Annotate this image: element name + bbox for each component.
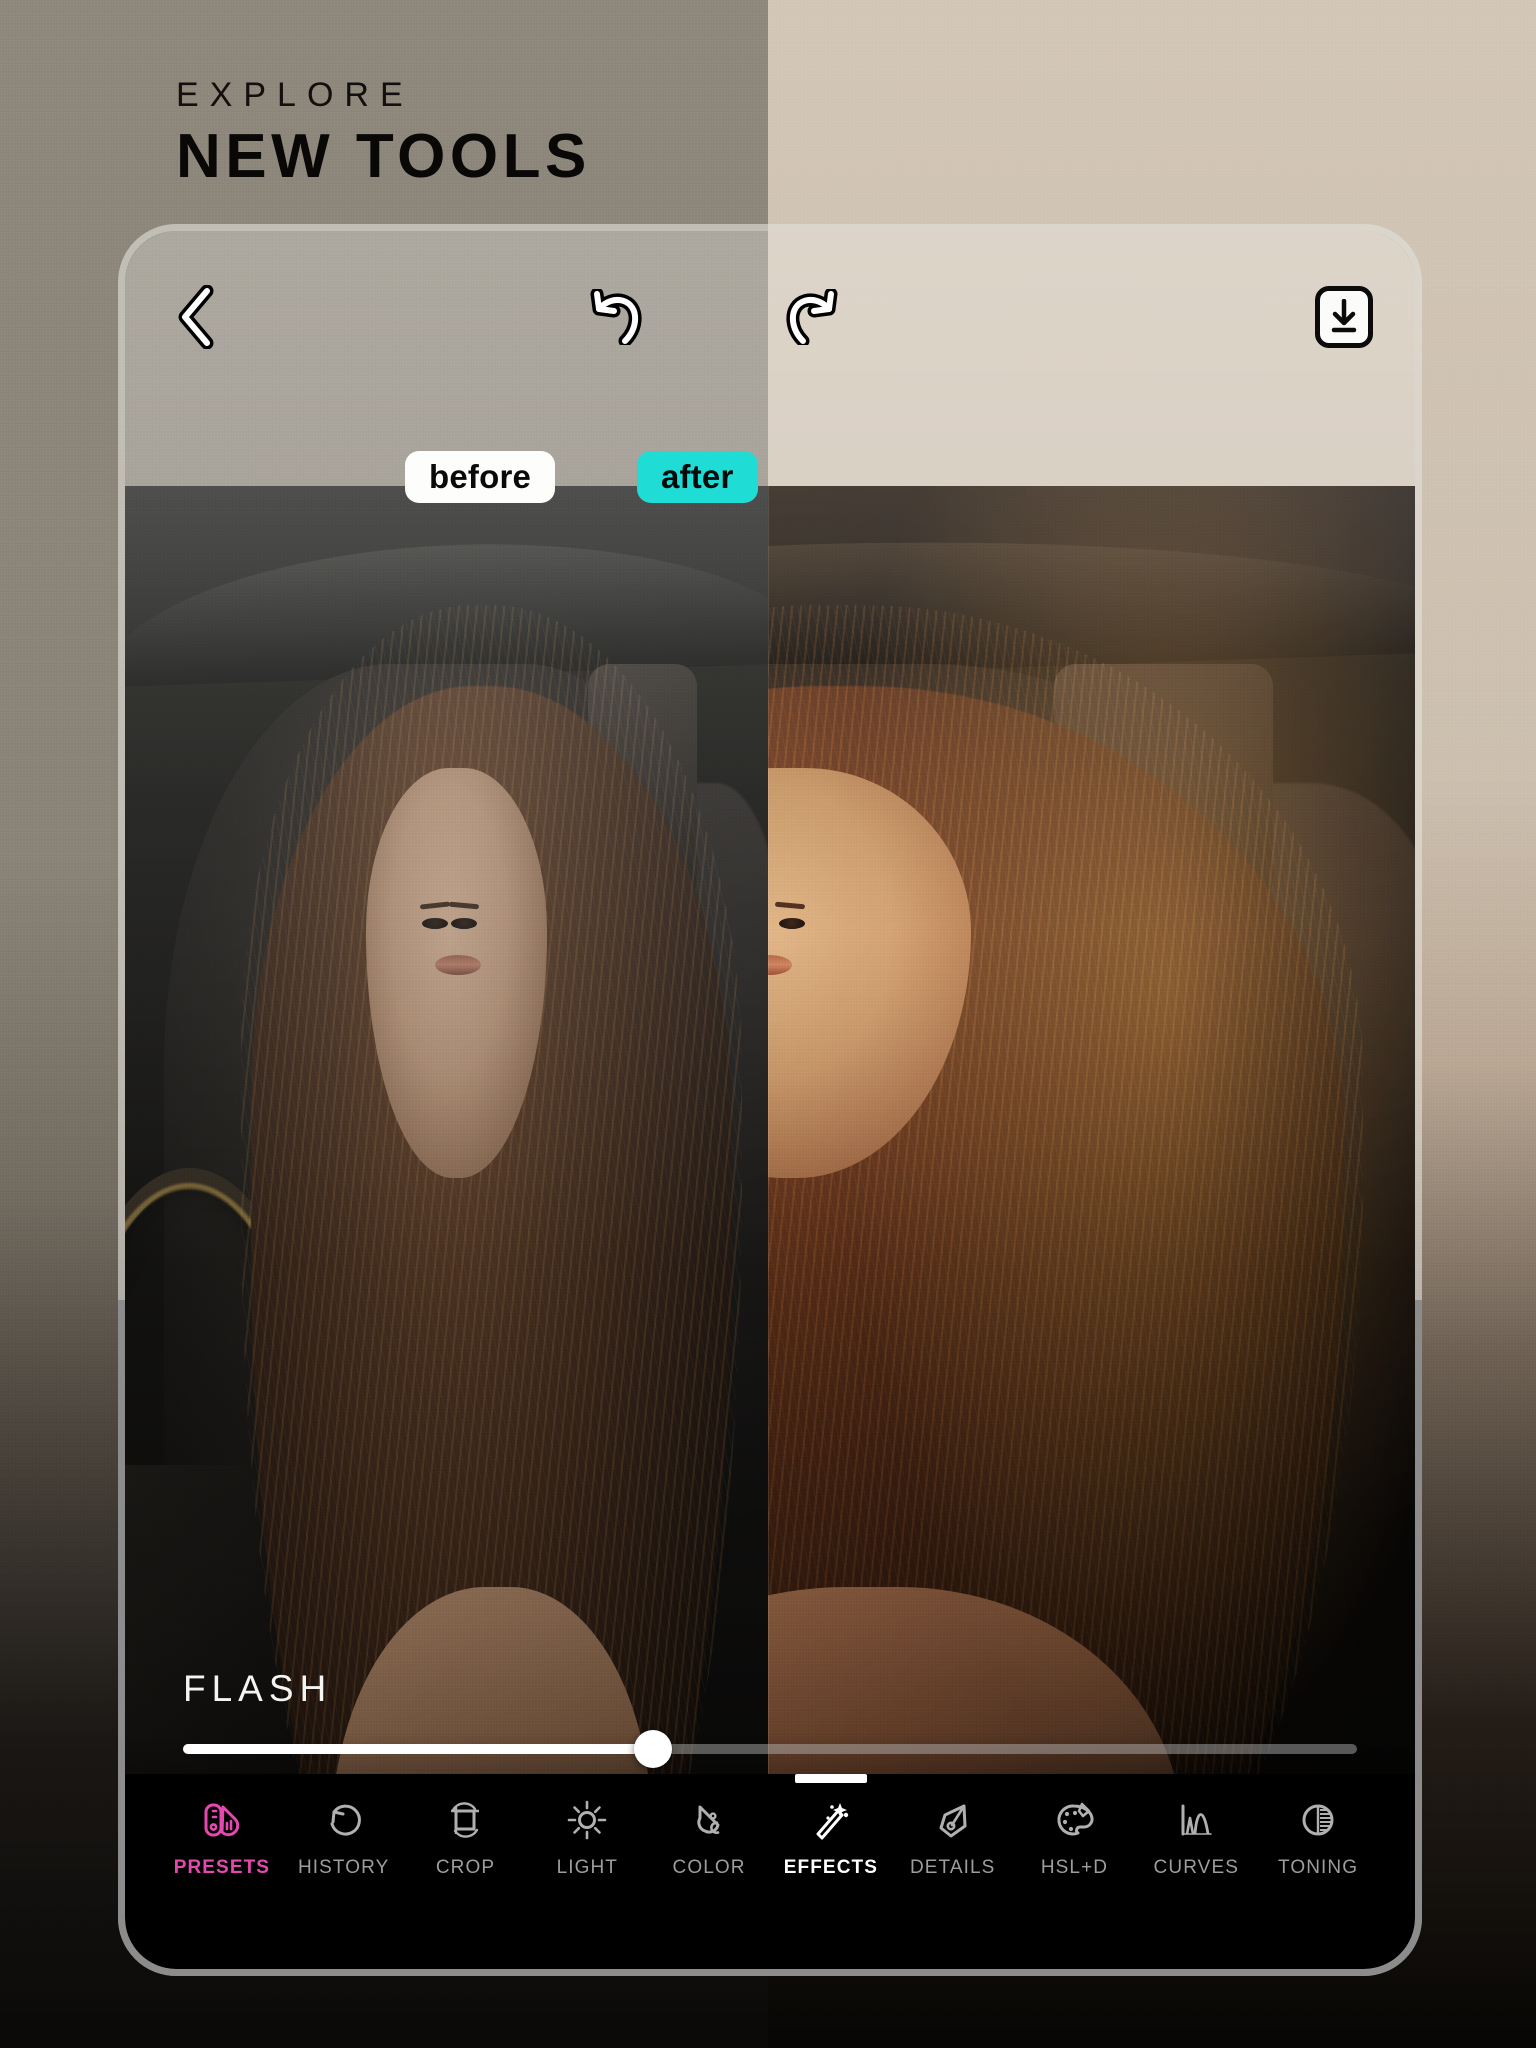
- color-drop-icon: [685, 1796, 733, 1844]
- curves-icon: [1172, 1796, 1220, 1844]
- tab-label-crop: CROP: [435, 1857, 496, 1878]
- editor-top-toolbar: [125, 269, 1415, 365]
- back-button[interactable]: [157, 278, 235, 356]
- sun-icon: [563, 1796, 611, 1844]
- promo-kicker: EXPLORE: [176, 76, 414, 114]
- tab-label-history: HISTORY: [297, 1857, 390, 1878]
- tab-crop[interactable]: CROP: [405, 1796, 527, 1879]
- adjustment-name: FLASH: [183, 1668, 333, 1709]
- slider-fill: [183, 1744, 653, 1754]
- tab-label-light: LIGHT: [556, 1857, 619, 1878]
- promo-screenshot: EXPLORE NEW TOOLS before after FLASH PRE…: [0, 0, 1536, 2048]
- chevron-left-icon: [178, 285, 214, 349]
- adjustment-panel: FLASH: [125, 1668, 1415, 1768]
- toning-icon: [1294, 1796, 1342, 1844]
- download-icon: [1331, 299, 1357, 333]
- undo-arrow-icon: [590, 289, 642, 345]
- tab-label-presets: PRESETS: [173, 1857, 271, 1878]
- magic-wand-icon: [807, 1796, 855, 1844]
- tab-color[interactable]: COLOR: [648, 1796, 770, 1879]
- crop-icon: [441, 1796, 489, 1844]
- presets-icon: [198, 1796, 246, 1844]
- tab-light[interactable]: LIGHT: [526, 1796, 648, 1879]
- compare-chips: before after: [125, 451, 1415, 507]
- tab-label-effects: EFFECTS: [783, 1857, 879, 1878]
- save-button-frame: [1315, 286, 1373, 348]
- redo-button[interactable]: [775, 278, 853, 356]
- undo-button[interactable]: [575, 278, 653, 356]
- tab-effects[interactable]: EFFECTS: [770, 1774, 892, 1879]
- before-chip[interactable]: before: [405, 451, 556, 503]
- tab-presets[interactable]: PRESETS: [161, 1796, 283, 1879]
- save-button[interactable]: [1305, 278, 1383, 356]
- active-tab-indicator: [794, 1774, 867, 1783]
- tab-toning[interactable]: TONING: [1257, 1796, 1379, 1879]
- tab-history[interactable]: HISTORY: [283, 1796, 405, 1879]
- tab-label-toning: TONING: [1277, 1857, 1359, 1878]
- tab-label-color: COLOR: [672, 1857, 746, 1878]
- promo-title: NEW TOOLS: [176, 122, 591, 191]
- tab-details[interactable]: DETAILS: [892, 1796, 1014, 1879]
- tab-label-details: DETAILS: [909, 1857, 996, 1878]
- after-chip[interactable]: after: [637, 451, 758, 503]
- slider-thumb[interactable]: [633, 1730, 672, 1768]
- tab-curves[interactable]: CURVES: [1135, 1796, 1257, 1879]
- pen-nib-icon: [929, 1796, 977, 1844]
- tablet-screen: before after FLASH PRESETS HISTORY CROP …: [125, 231, 1415, 1969]
- editor-tool-tabbar: PRESETS HISTORY CROP LIGHT COLOR EFFECTS…: [125, 1774, 1415, 1969]
- tab-label-curves: CURVES: [1153, 1857, 1239, 1878]
- tab-label-hsl: HSL+D: [1040, 1857, 1109, 1878]
- redo-arrow-icon: [786, 289, 838, 345]
- flash-slider[interactable]: [183, 1730, 1357, 1768]
- promo-headline: EXPLORE NEW TOOLS: [176, 78, 591, 188]
- palette-icon: [1050, 1796, 1098, 1844]
- history-icon: [320, 1796, 368, 1844]
- tab-hsl[interactable]: HSL+D: [1014, 1796, 1136, 1879]
